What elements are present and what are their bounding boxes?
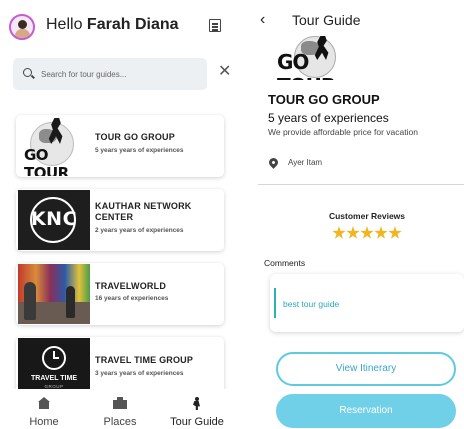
guide-location: Ayer Itam (288, 158, 323, 167)
guide-card-travelworld[interactable]: TRAVELWORLD 16 years of experiences (16, 263, 224, 325)
avatar-body (15, 29, 30, 38)
list-view-icon[interactable] (209, 19, 221, 32)
search-input[interactable] (41, 58, 201, 90)
guide-card-tour-go-group[interactable]: GO TOUR TOUR GO GROUP 5 years years of e… (16, 115, 224, 177)
divider (258, 184, 464, 185)
tour-guide-icon (190, 397, 204, 409)
star-icon (346, 226, 360, 239)
clock-icon (42, 346, 66, 370)
nav-label: Tour Guide (170, 416, 224, 428)
reservation-button[interactable]: Reservation (276, 394, 456, 428)
avatar[interactable] (9, 14, 35, 40)
guide-logo-knc: KNC (18, 190, 90, 250)
star-icon (388, 226, 402, 239)
view-itinerary-button[interactable]: View Itinerary (276, 352, 456, 386)
user-name: Farah Diana (86, 16, 179, 33)
guide-name: TRAVELWORLD (95, 281, 167, 291)
guide-experience: 5 years years of experiences (95, 147, 184, 154)
reviews-title: Customer Reviews (328, 211, 406, 221)
comment-text: best tour guide (283, 299, 340, 309)
nav-home[interactable]: Home (9, 389, 79, 429)
list-line (212, 23, 218, 25)
guide-photo-travelworld (18, 264, 90, 324)
comments-label: Comments (264, 258, 306, 268)
guide-description: We provide affordable price for vacation (268, 127, 418, 137)
star-icon (360, 226, 374, 239)
tour-guide-detail-screen: ‹ Tour Guide GO TOUR TOUR GO GROUP 5 yea… (252, 0, 464, 429)
star-icon (374, 226, 388, 239)
guide-experience: 16 years of experiences (95, 295, 169, 302)
comment-card: best tour guide (270, 274, 464, 332)
guide-logo-go-tour: GO TOUR (18, 116, 90, 176)
comment-accent-bar (274, 288, 276, 318)
search-icon (23, 68, 32, 77)
photo-person (24, 282, 36, 320)
places-icon (113, 397, 127, 409)
list-line (212, 29, 218, 31)
guide-logo-go-tour: GO TOUR (274, 36, 354, 80)
nav-tour-guide[interactable]: Tour Guide (162, 389, 232, 429)
guide-experience: 2 years years of experiences (95, 227, 184, 234)
greeting: Hello Farah Diana (46, 16, 179, 34)
rating-stars (332, 226, 402, 242)
logo-text: TRAVEL TIME (30, 375, 78, 382)
nav-label: Places (103, 416, 137, 428)
guide-experience: 3 years years of experiences (95, 370, 184, 377)
star-icon (332, 226, 346, 239)
guide-name: KAUTHAR NETWORK CENTER (95, 201, 192, 222)
nav-label: Home (29, 416, 59, 428)
guide-name: TRAVEL TIME GROUP (95, 355, 194, 365)
home-screen: Hello Farah Diana ✕ GO TOUR TOUR GO GROU… (0, 0, 240, 429)
guide-card-kauthar-network-center[interactable]: KNC KAUTHAR NETWORK CENTER 2 years years… (16, 189, 224, 251)
guide-name: TOUR GO GROUP (95, 132, 175, 142)
back-chevron-icon[interactable]: ‹ (260, 11, 274, 29)
photo-person (66, 286, 75, 318)
logo-text: GO TOUR (277, 50, 336, 80)
close-icon[interactable]: ✕ (218, 64, 231, 80)
home-icon (37, 397, 51, 409)
page-title: Tour Guide (292, 12, 361, 28)
avatar-head (18, 20, 27, 29)
nav-places[interactable]: Places (85, 389, 155, 429)
list-line (212, 26, 218, 28)
greeting-prefix: Hello (46, 16, 83, 33)
guide-experience: 5 years of experiences (268, 111, 389, 125)
bottom-nav: Home Places Tour Guide (0, 389, 240, 429)
location-pin-icon (267, 156, 280, 169)
guide-name: TOUR GO GROUP (268, 92, 380, 107)
logo-text: GO TOUR (24, 146, 69, 176)
logo-text: KNC (30, 208, 78, 230)
search-bar (13, 58, 207, 90)
